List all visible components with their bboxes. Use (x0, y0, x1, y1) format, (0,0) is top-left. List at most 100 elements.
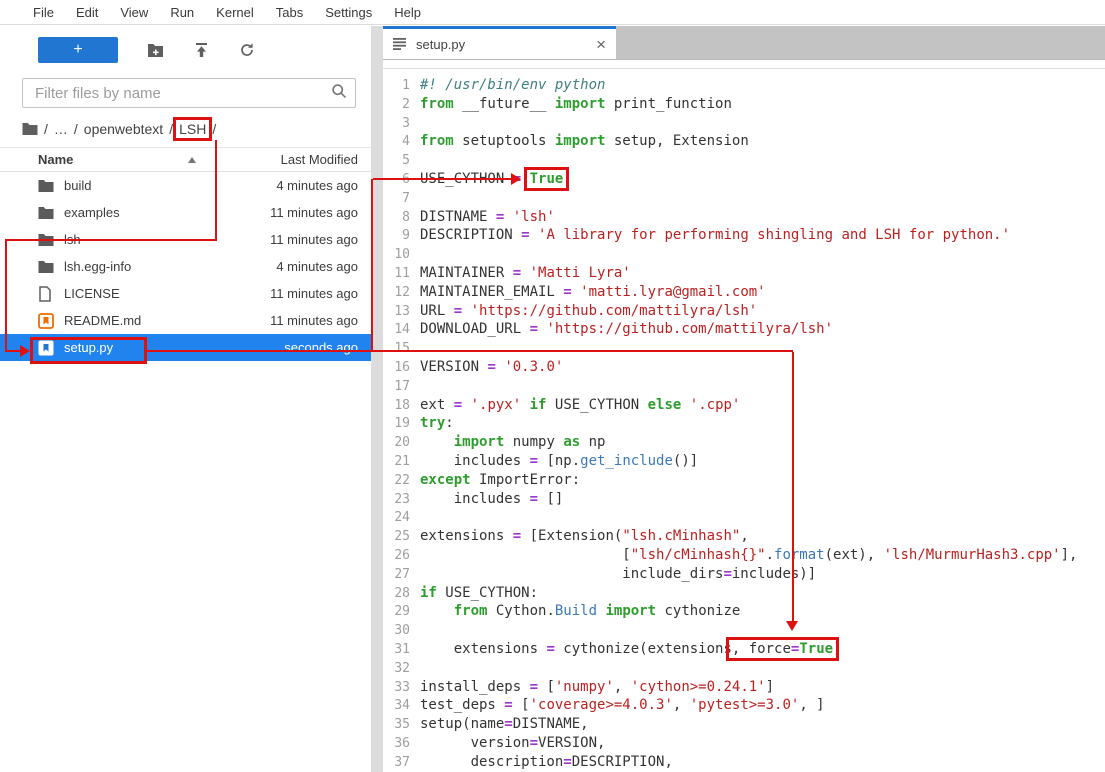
line-number: 6 (383, 171, 410, 190)
code-line[interactable]: 22except ImportError: (383, 471, 1105, 490)
code-line[interactable]: 23 includes = [] (383, 490, 1105, 509)
code-text: setup(name=DISTNAME, (410, 716, 589, 732)
annotation-line (792, 352, 794, 622)
annotation-line (371, 179, 373, 351)
menu-item-tabs[interactable]: Tabs (265, 5, 314, 20)
code-line[interactable]: 25extensions = [Extension("lsh.cMinhash"… (383, 527, 1105, 546)
code-text: extensions = cythonize(extensions, force… (410, 641, 842, 657)
file-browser-toolbar: + (0, 26, 371, 63)
menu-item-edit[interactable]: Edit (65, 5, 109, 20)
code-line[interactable]: 3 (383, 114, 1105, 133)
breadcrumb-segment[interactable]: openwebtext (84, 121, 163, 137)
line-number: 37 (383, 754, 410, 772)
line-number: 3 (383, 115, 410, 134)
new-launcher-button[interactable]: + (38, 37, 118, 63)
code-text: install_deps = ['numpy', 'cython>=0.24.1… (410, 679, 774, 695)
code-text: VERSION = '0.3.0' (410, 359, 563, 375)
code-line[interactable]: 20 import numpy as np (383, 433, 1105, 452)
new-folder-icon[interactable] (146, 41, 164, 59)
line-number: 7 (383, 190, 410, 209)
column-last-modified[interactable]: Last Modified (200, 152, 371, 167)
code-text: #! /usr/bin/env python (410, 77, 605, 93)
code-line[interactable]: 16VERSION = '0.3.0' (383, 358, 1105, 377)
file-row-build[interactable]: build4 minutes ago (0, 172, 371, 199)
code-line[interactable]: 24 (383, 508, 1105, 527)
code-line[interactable]: 27 include_dirs=includes)] (383, 565, 1105, 584)
code-line[interactable]: 17 (383, 377, 1105, 396)
code-line[interactable]: 33install_deps = ['numpy', 'cython>=0.24… (383, 678, 1105, 697)
editor-toolbar (383, 60, 1105, 69)
filter-files-input[interactable] (33, 84, 331, 103)
last-modified: 11 minutes ago (270, 286, 371, 301)
code-text (410, 190, 420, 206)
last-modified: 11 minutes ago (270, 232, 371, 247)
code-text (410, 152, 420, 168)
code-line[interactable]: 11MAINTAINER = 'Matti Lyra' (383, 264, 1105, 283)
menu-item-run[interactable]: Run (159, 5, 205, 20)
line-number: 2 (383, 96, 410, 115)
code-line[interactable]: 31 extensions = cythonize(extensions, fo… (383, 640, 1105, 659)
file-row-lsh.egg-info[interactable]: lsh.egg-info4 minutes ago (0, 253, 371, 280)
file-row-README.md[interactable]: README.md11 minutes ago (0, 307, 371, 334)
menu-item-kernel[interactable]: Kernel (205, 5, 265, 20)
code-line[interactable]: 8DISTNAME = 'lsh' (383, 208, 1105, 227)
code-line[interactable]: 21 includes = [np.get_include()] (383, 452, 1105, 471)
code-line[interactable]: 36 version=VERSION, (383, 734, 1105, 753)
code-text: URL = 'https://github.com/mattilyra/lsh' (410, 303, 757, 319)
code-text: from Cython.Build import cythonize (410, 603, 740, 619)
line-number: 17 (383, 378, 410, 397)
code-line[interactable]: 28if USE_CYTHON: (383, 584, 1105, 603)
line-number: 1 (383, 77, 410, 96)
code-line[interactable]: 32 (383, 659, 1105, 678)
code-line[interactable]: 34test_deps = ['coverage>=4.0.3', 'pytes… (383, 696, 1105, 715)
code-line[interactable]: 7 (383, 189, 1105, 208)
file-row-examples[interactable]: examples11 minutes ago (0, 199, 371, 226)
code-line[interactable]: 12MAINTAINER_EMAIL = 'matti.lyra@gmail.c… (383, 283, 1105, 302)
code-line[interactable]: 19try: (383, 414, 1105, 433)
annotation-line (215, 140, 217, 240)
code-line[interactable]: 18ext = '.pyx' if USE_CYTHON else '.cpp' (383, 396, 1105, 415)
code-line[interactable]: 29 from Cython.Build import cythonize (383, 602, 1105, 621)
line-number: 16 (383, 359, 410, 378)
close-icon[interactable]: × (596, 36, 606, 53)
folder-icon[interactable] (22, 122, 38, 136)
code-text: include_dirs=includes)] (410, 566, 816, 582)
menu-item-file[interactable]: File (22, 5, 65, 20)
menu-item-settings[interactable]: Settings (314, 5, 383, 20)
panel-splitter[interactable] (371, 26, 383, 772)
code-text: ext = '.pyx' if USE_CYTHON else '.cpp' (410, 397, 740, 413)
column-name[interactable]: Name (38, 152, 188, 167)
code-line[interactable]: 2from __future__ import print_function (383, 95, 1105, 114)
code-line[interactable]: 14DOWNLOAD_URL = 'https://github.com/mat… (383, 320, 1105, 339)
code-line[interactable]: 5 (383, 151, 1105, 170)
file-name: build (64, 178, 276, 193)
line-number: 31 (383, 641, 410, 660)
upload-icon[interactable] (192, 41, 210, 59)
code-line[interactable]: 4from setuptools import setup, Extension (383, 132, 1105, 151)
last-modified: seconds ago (284, 340, 371, 355)
code-line[interactable]: 1#! /usr/bin/env python (383, 76, 1105, 95)
code-line[interactable]: 9DESCRIPTION = 'A library for performing… (383, 226, 1105, 245)
breadcrumb-segment-highlighted[interactable]: LSH (173, 117, 212, 141)
menu-item-view[interactable]: View (109, 5, 159, 20)
folder-icon (38, 258, 55, 275)
code-editor[interactable]: 1#! /usr/bin/env python2from __future__ … (383, 70, 1105, 772)
code-line[interactable]: 26 ["lsh/cMinhash{}".format(ext), 'lsh/M… (383, 546, 1105, 565)
annotation-line (5, 350, 21, 352)
file-icon (38, 285, 55, 302)
code-line[interactable]: 15 (383, 339, 1105, 358)
code-text: try: (410, 415, 454, 431)
file-browser: + /…/openwebtext/LSH/ Name (0, 26, 371, 772)
refresh-icon[interactable] (238, 41, 256, 59)
annotation-line (147, 350, 793, 352)
code-line[interactable]: 37 description=DESCRIPTION, (383, 753, 1105, 772)
tab-setup-py[interactable]: setup.py × (383, 26, 616, 59)
code-line[interactable]: 13URL = 'https://github.com/mattilyra/ls… (383, 302, 1105, 321)
code-line[interactable]: 35setup(name=DISTNAME, (383, 715, 1105, 734)
file-row-LICENSE[interactable]: LICENSE11 minutes ago (0, 280, 371, 307)
menu-item-help[interactable]: Help (383, 5, 432, 20)
breadcrumb-segment[interactable]: … (54, 121, 68, 137)
code-line[interactable]: 10 (383, 245, 1105, 264)
menu-bar: FileEditViewRunKernelTabsSettingsHelp (0, 0, 1105, 25)
sort-ascending-icon[interactable] (188, 157, 196, 163)
